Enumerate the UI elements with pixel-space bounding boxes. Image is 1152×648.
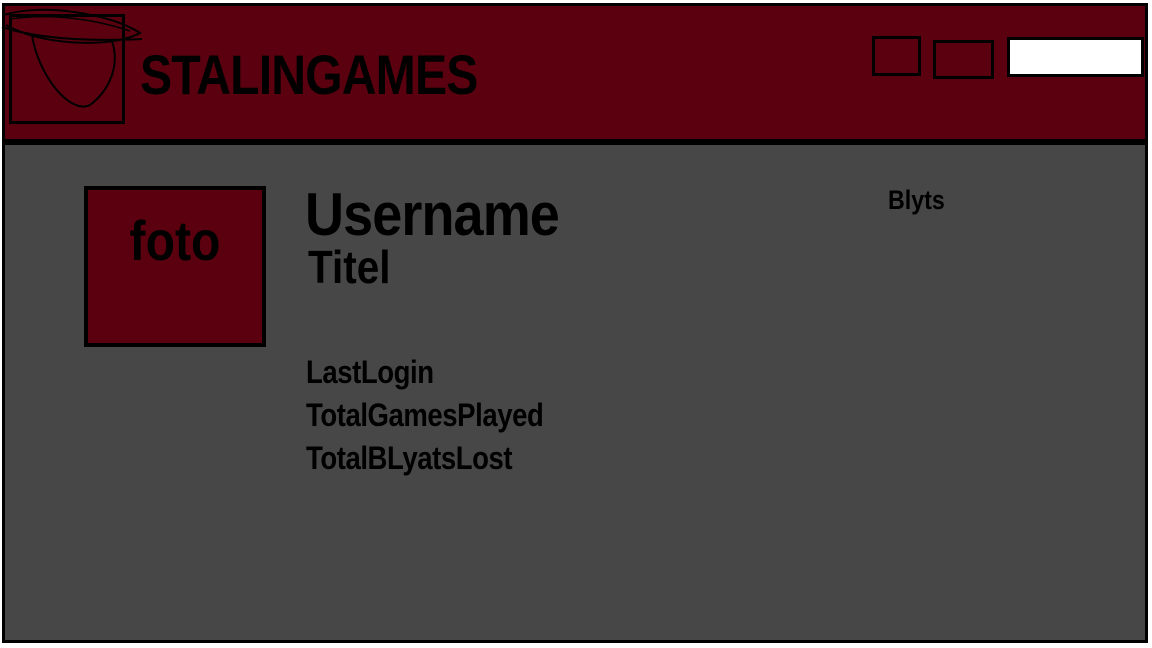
blyts-label: Blyts bbox=[888, 185, 945, 215]
profile-photo[interactable]: foto bbox=[84, 186, 266, 347]
brand-title: STALINGAMES bbox=[140, 43, 478, 106]
user-title: Titel bbox=[308, 241, 391, 293]
header-button-2[interactable] bbox=[933, 40, 994, 79]
divider bbox=[20, 640, 1148, 643]
app-window: STALINGAMES foto Username Titel LastLogi… bbox=[0, 0, 1152, 648]
header-button-1[interactable] bbox=[872, 36, 921, 76]
divider bbox=[2, 640, 20, 643]
stat-last-login: LastLogin bbox=[306, 354, 434, 390]
logo[interactable] bbox=[1, 8, 143, 124]
photo-label: foto bbox=[129, 209, 221, 272]
search-input[interactable] bbox=[1007, 37, 1144, 77]
stat-total-games-played: TotalGamesPlayed bbox=[306, 397, 544, 433]
hand-drawn-logo-icon bbox=[1, 8, 143, 108]
stat-total-blyats-lost: TotalBLyatsLost bbox=[306, 440, 513, 476]
